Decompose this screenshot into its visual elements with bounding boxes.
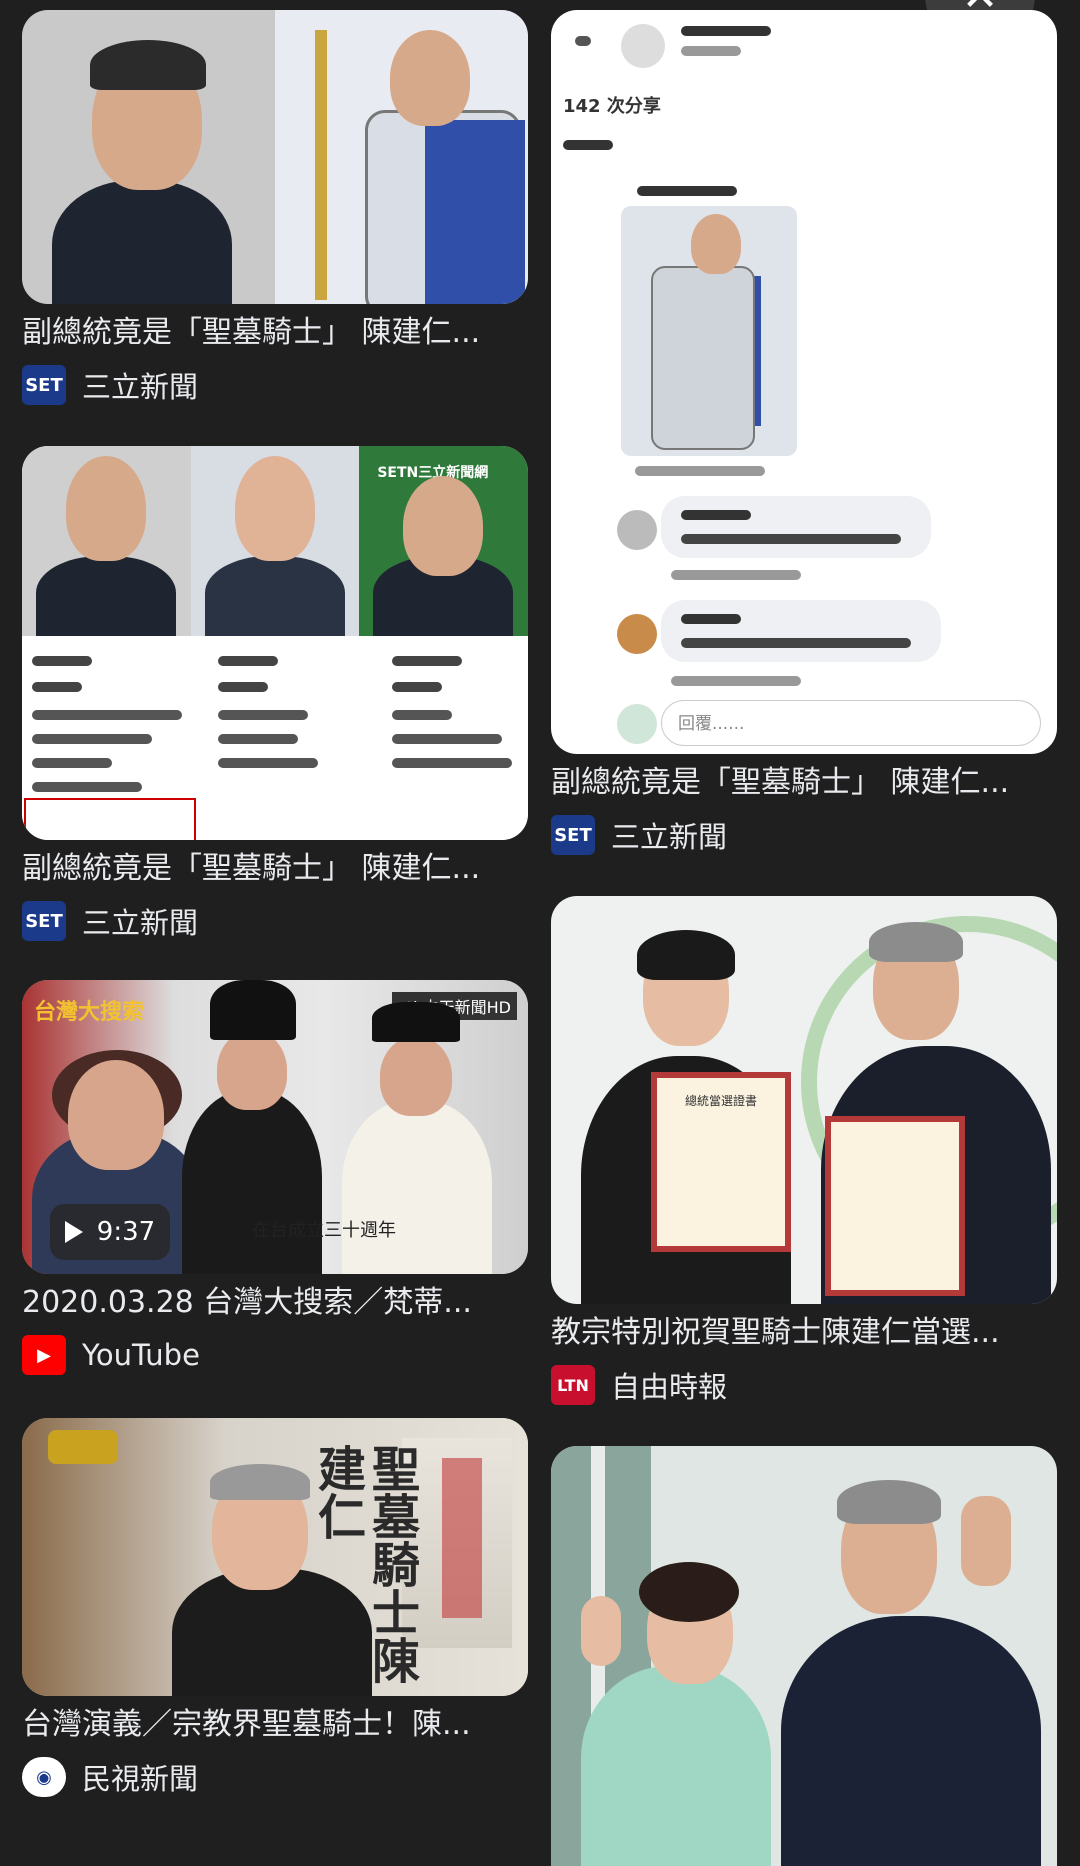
result-caption[interactable]: 台灣演義／宗教界聖墓騎士！陳...	[22, 1706, 528, 1744]
youtube-icon: ▶	[22, 1335, 66, 1375]
result-thumbnail[interactable]	[22, 10, 528, 304]
result-card[interactable]	[551, 1446, 1057, 1866]
result-caption[interactable]: 副總統竟是「聖墓騎士」 陳建仁...	[22, 314, 528, 352]
result-source[interactable]: SET 三立新聞	[22, 364, 528, 406]
result-source[interactable]: LTN 自由時報	[551, 1364, 1057, 1406]
setn-favicon: SET	[22, 365, 66, 405]
source-name: YouTube	[82, 1338, 200, 1372]
result-caption[interactable]: 副總統竟是「聖墓騎士」 陳建仁...	[22, 850, 528, 888]
ftv-glyph: ◉	[36, 1766, 52, 1788]
result-thumbnail[interactable]: SETN三立新聞網	[22, 446, 528, 840]
result-thumbnail[interactable]: 142 次分享 回覆......	[551, 10, 1057, 754]
source-name: 三立新聞	[82, 370, 199, 404]
fb-reply-box: 回覆......	[661, 700, 1041, 746]
source-name: 三立新聞	[82, 906, 199, 940]
video-duration: 9:37	[96, 1217, 156, 1247]
ltn-favicon: LTN	[551, 1365, 595, 1405]
youtube-play-glyph: ▶	[37, 1344, 51, 1366]
result-card[interactable]: 總統當選證書 教宗特別祝賀聖騎士陳建仁當選... LTN 自由時報	[551, 896, 1057, 1406]
source-name: 民視新聞	[82, 1762, 199, 1796]
source-name: 自由時報	[611, 1370, 728, 1404]
result-source[interactable]: ◉ 民視新聞	[22, 1756, 528, 1798]
video-duration-badge: 9:37	[50, 1204, 170, 1260]
setn-favicon: SET	[22, 901, 66, 941]
source-name: 三立新聞	[611, 820, 728, 854]
result-thumbnail[interactable]: 聖墓騎士陳建仁	[22, 1418, 528, 1696]
setn-favicon: SET	[551, 815, 595, 855]
drama-title: 聖墓騎士陳建仁	[309, 1444, 419, 1684]
fb-shares: 142 次分享	[563, 96, 661, 117]
result-card[interactable]: 台灣大搜索 ctl 中天新聞HD 在台成立三十週年 9:37 2020.03.2…	[22, 980, 528, 1376]
result-source[interactable]: SET 三立新聞	[22, 900, 528, 942]
result-thumbnail[interactable]	[551, 1446, 1057, 1866]
video-thumbnail[interactable]: 台灣大搜索 ctl 中天新聞HD 在台成立三十週年 9:37	[22, 980, 528, 1274]
result-card[interactable]: 142 次分享 回覆...... 副總統竟是「聖墓騎士」 陳建仁... SET …	[551, 10, 1057, 856]
result-card[interactable]: SETN三立新聞網 副總統竟是「聖墓騎士」 陳建仁... SET 三立新聞	[22, 446, 528, 942]
result-caption[interactable]: 教宗特別祝賀聖騎士陳建仁當選...	[551, 1314, 1057, 1352]
result-caption[interactable]: 副總統竟是「聖墓騎士」 陳建仁...	[551, 764, 1057, 802]
tv-subtitle: 在台成立三十週年	[252, 1220, 396, 1241]
result-source[interactable]: SET 三立新聞	[551, 814, 1057, 856]
ftv-favicon: ◉	[22, 1757, 66, 1797]
result-card[interactable]: 聖墓騎士陳建仁 台灣演義／宗教界聖墓騎士！陳... ◉ 民視新聞	[22, 1418, 528, 1798]
certificate-title: 總統當選證書	[684, 1094, 757, 1108]
result-thumbnail[interactable]: 總統當選證書	[551, 896, 1057, 1304]
tv-show-logo: 台灣大搜索	[34, 1000, 145, 1025]
play-icon	[64, 1221, 83, 1243]
result-card[interactable]: 副總統竟是「聖墓騎士」 陳建仁... SET 三立新聞	[22, 10, 528, 406]
result-source[interactable]: ▶ YouTube	[22, 1334, 528, 1376]
result-caption[interactable]: 2020.03.28 台灣大搜索／梵蒂...	[22, 1284, 528, 1322]
